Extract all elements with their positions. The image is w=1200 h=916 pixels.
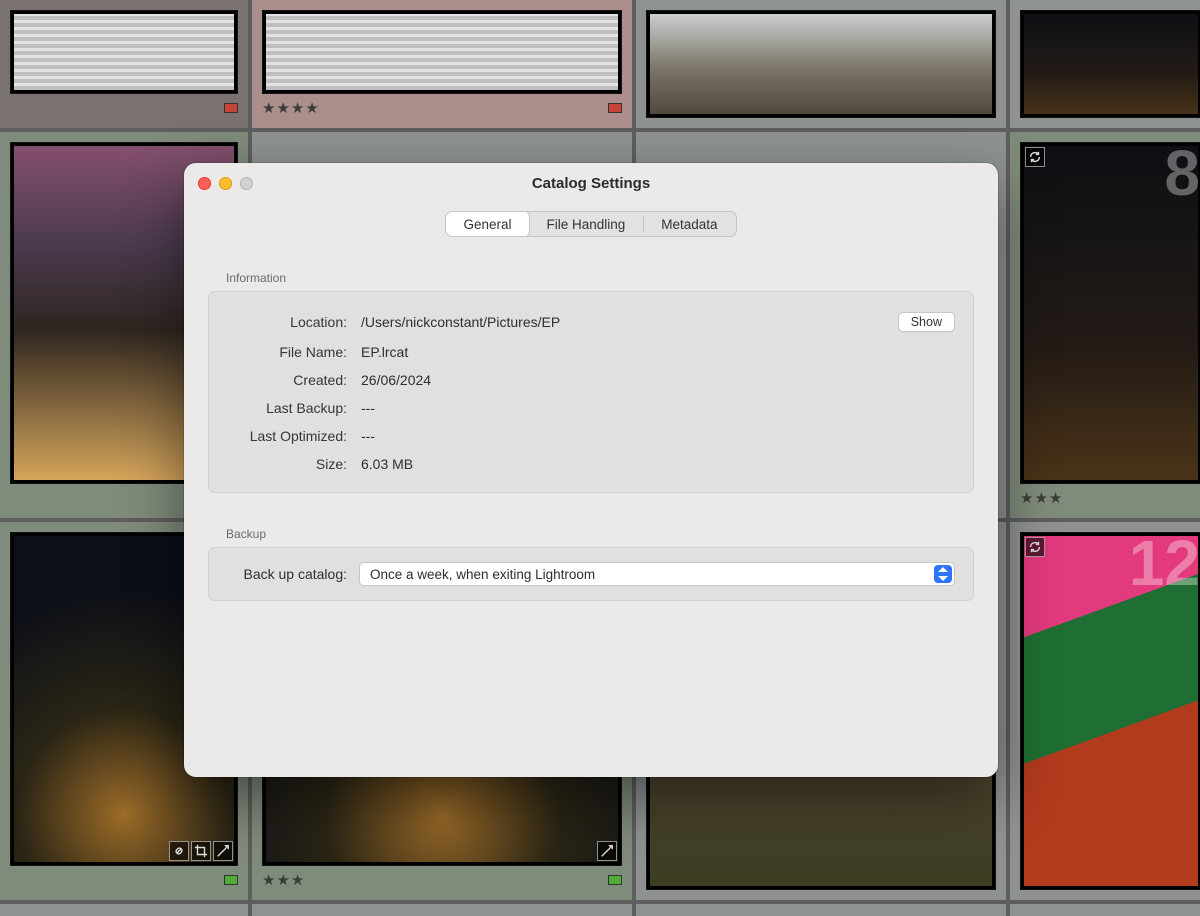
label-backup-catalog: Back up catalog: <box>227 566 347 582</box>
grid-cell <box>1010 904 1200 916</box>
window-controls <box>198 163 253 203</box>
grid-cell <box>252 904 632 916</box>
sync-icon <box>1025 537 1045 557</box>
value-location: /Users/nickconstant/Pictures/EP <box>361 314 898 330</box>
grid-cell[interactable] <box>1010 0 1200 128</box>
value-size: 6.03 MB <box>361 456 955 472</box>
grid-cell[interactable] <box>0 0 248 128</box>
label-size: Size: <box>227 456 347 472</box>
information-panel: Location: /Users/nickconstant/Pictures/E… <box>208 291 974 493</box>
grid-cell[interactable] <box>636 0 1006 128</box>
minimize-icon[interactable] <box>219 177 232 190</box>
thumbnail[interactable] <box>646 10 996 118</box>
flag-red[interactable] <box>224 103 238 113</box>
thumbnail[interactable] <box>1020 532 1200 890</box>
backup-frequency-select[interactable]: Once a week, when exiting Lightroom <box>359 562 955 586</box>
backup-frequency-value: Once a week, when exiting Lightroom <box>370 567 934 582</box>
flag-green[interactable] <box>224 875 238 885</box>
tab-file-handling[interactable]: File Handling <box>528 212 643 236</box>
rating-stars: ★★★ <box>262 871 305 889</box>
adjust-icon <box>213 841 233 861</box>
adjust-icon <box>597 841 617 861</box>
section-information-label: Information <box>226 271 974 285</box>
zoom-icon[interactable] <box>240 177 253 190</box>
label-file-name: File Name: <box>227 344 347 360</box>
thumbnail[interactable] <box>1020 142 1200 484</box>
close-icon[interactable] <box>198 177 211 190</box>
catalog-settings-dialog: Catalog Settings General File Handling M… <box>184 163 998 777</box>
flag-green[interactable] <box>608 875 622 885</box>
value-file-name: EP.lrcat <box>361 344 955 360</box>
rating-stars: ★★★ <box>1020 489 1063 507</box>
chevron-updown-icon <box>934 565 952 583</box>
backup-panel: Back up catalog: Once a week, when exiti… <box>208 547 974 601</box>
value-last-backup: --- <box>361 400 955 416</box>
grid-cell[interactable] <box>1010 522 1200 900</box>
tab-metadata[interactable]: Metadata <box>643 212 735 236</box>
link-icon <box>169 841 189 861</box>
grid-cell <box>636 904 1006 916</box>
sync-icon <box>1025 147 1045 167</box>
thumbnail[interactable] <box>1020 10 1200 118</box>
label-created: Created: <box>227 372 347 388</box>
tab-bar: General File Handling Metadata <box>445 211 736 237</box>
tab-general[interactable]: General <box>445 211 529 237</box>
label-location: Location: <box>227 314 347 330</box>
dialog-title: Catalog Settings <box>184 175 998 192</box>
rating-stars: ★★★★ <box>262 99 320 117</box>
value-created: 26/06/2024 <box>361 372 955 388</box>
thumbnail[interactable] <box>262 10 622 94</box>
show-button[interactable]: Show <box>898 312 955 332</box>
label-last-optimized: Last Optimized: <box>227 428 347 444</box>
crop-icon <box>191 841 211 861</box>
label-last-backup: Last Backup: <box>227 400 347 416</box>
grid-cell[interactable]: ★★★ <box>1010 132 1200 518</box>
flag-red[interactable] <box>608 103 622 113</box>
titlebar: Catalog Settings <box>184 163 998 203</box>
grid-cell <box>0 904 248 916</box>
section-backup-label: Backup <box>226 527 974 541</box>
grid-cell[interactable]: ★★★★ <box>252 0 632 128</box>
value-last-optimized: --- <box>361 428 955 444</box>
thumbnail[interactable] <box>10 10 238 94</box>
